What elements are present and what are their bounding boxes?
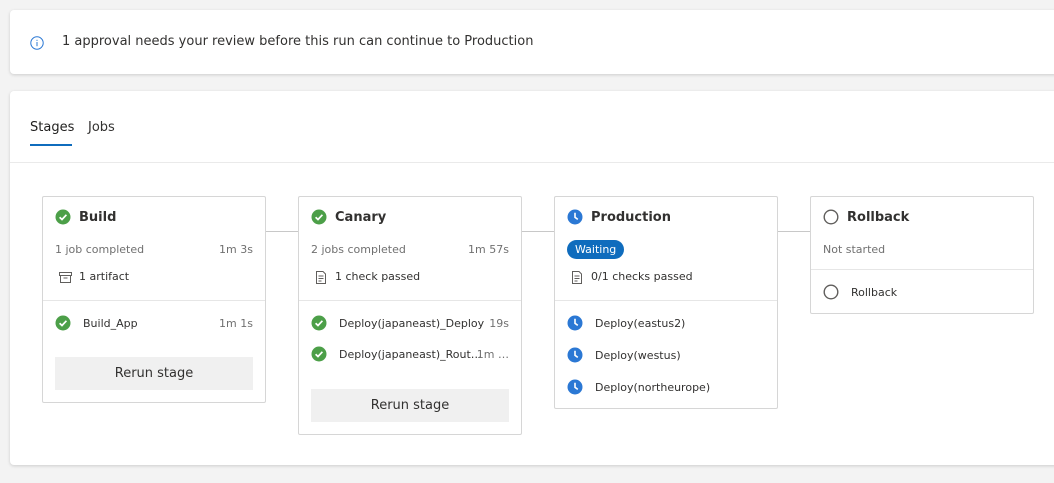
stage-title: Build: [79, 210, 117, 225]
job-name: Deploy(japaneast)_Deploy: [339, 317, 485, 330]
checks-label: 1 check passed: [335, 270, 421, 283]
job-row[interactable]: Build_App 1m 1s: [55, 315, 253, 333]
stage-card-production[interactable]: Production Waiting 0/1 checks passed Dep…: [554, 196, 778, 409]
artifact-label: 1 artifact: [79, 270, 130, 283]
artifact-icon: [59, 272, 72, 283]
stage-card-rollback[interactable]: Rollback Not started Rollback: [810, 196, 1034, 314]
clock-icon: [567, 315, 583, 331]
check-circle-icon: [55, 209, 71, 225]
tab-active-underline: [30, 144, 72, 146]
stage-card-canary[interactable]: Canary 2 jobs completed 1m 57s 1 check p…: [298, 196, 522, 435]
job-duration: 1m 1s: [219, 317, 253, 330]
clock-icon: [567, 379, 583, 395]
stage-summary: Not started: [823, 243, 886, 256]
check-circle-icon: [55, 315, 71, 331]
stage-summary: 1 job completed: [55, 243, 145, 256]
job-row[interactable]: Deploy(japaneast)_Deploy 19s: [311, 315, 509, 333]
stage-header: Canary 2 jobs completed 1m 57s 1 check p…: [299, 197, 521, 301]
stage-connector: [521, 231, 554, 232]
stage-connector: [265, 231, 298, 232]
approval-banner: 1 approval needs your review before this…: [10, 10, 1054, 74]
info-icon: [30, 36, 44, 50]
rerun-stage-button[interactable]: Rerun stage: [311, 389, 509, 422]
stage-connector: [777, 231, 810, 232]
stage-title: Production: [591, 210, 671, 225]
job-duration: 19s: [489, 317, 509, 330]
stage-header: Rollback Not started: [811, 197, 1033, 270]
tab-jobs[interactable]: Jobs: [88, 120, 115, 135]
job-name: Deploy(westus): [595, 349, 681, 362]
stage-duration: 1m 3s: [219, 243, 253, 256]
job-name: Deploy(eastus2): [595, 317, 686, 330]
checks-label: 0/1 checks passed: [591, 270, 693, 283]
clock-icon: [567, 209, 583, 225]
job-row[interactable]: Deploy(northeurope): [567, 379, 765, 397]
job-row[interactable]: Rollback: [823, 284, 1021, 302]
rerun-stage-button[interactable]: Rerun stage: [55, 357, 253, 390]
tab-bar: Stages Jobs: [10, 91, 1054, 163]
job-name: Deploy(northeurope): [595, 381, 711, 394]
clock-icon: [567, 347, 583, 363]
banner-message: 1 approval needs your review before this…: [62, 34, 534, 49]
empty-circle-icon: [823, 284, 839, 300]
status-badge: Waiting: [567, 240, 625, 259]
stages-panel: Stages Jobs Build 1 job completed 1m 3s: [10, 91, 1054, 465]
job-name: Build_App: [83, 317, 138, 330]
job-name: Rollback: [851, 286, 898, 299]
stage-duration: 1m 57s: [468, 243, 509, 256]
check-circle-icon: [311, 346, 327, 362]
job-row[interactable]: Deploy(japaneast)_Rout… 1m …: [311, 346, 509, 364]
stage-summary: 2 jobs completed: [311, 243, 406, 256]
checklist-icon: [572, 271, 582, 284]
check-circle-icon: [311, 209, 327, 225]
check-circle-icon: [311, 315, 327, 331]
empty-circle-icon: [823, 209, 839, 225]
job-row[interactable]: Deploy(eastus2): [567, 315, 765, 333]
job-name: Deploy(japaneast)_Rout…: [339, 348, 482, 361]
stage-card-build[interactable]: Build 1 job completed 1m 3s 1 artifact B…: [42, 196, 266, 403]
stage-title: Canary: [335, 210, 387, 225]
checklist-icon: [316, 271, 326, 284]
stage-header: Build 1 job completed 1m 3s 1 artifact: [43, 197, 265, 301]
job-duration: 1m …: [476, 348, 509, 361]
job-row[interactable]: Deploy(westus): [567, 347, 765, 365]
stage-header: Production Waiting 0/1 checks passed: [555, 197, 777, 301]
tab-stages[interactable]: Stages: [30, 120, 74, 135]
stage-title: Rollback: [847, 210, 910, 225]
